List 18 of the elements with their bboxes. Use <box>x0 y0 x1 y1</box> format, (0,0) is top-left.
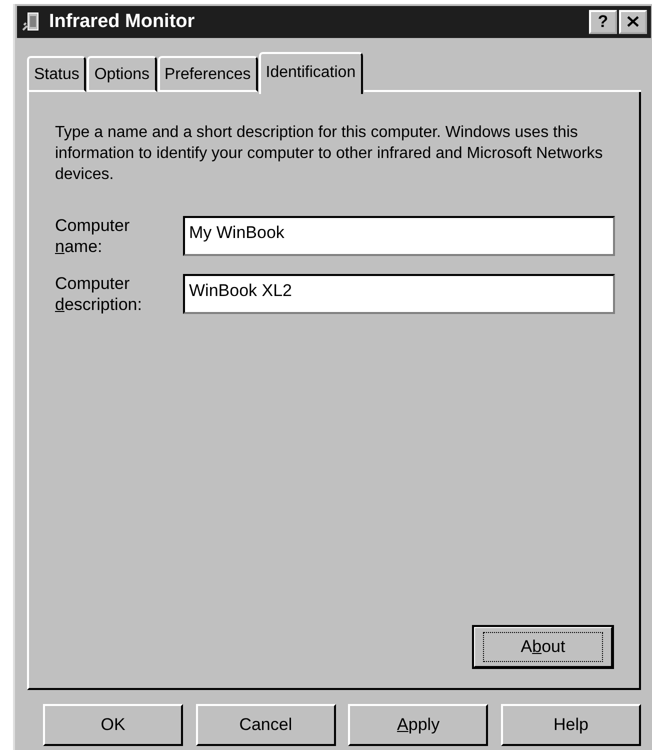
close-icon <box>627 16 639 27</box>
tab[interactable]: Options <box>87 56 156 92</box>
input-field[interactable]: WinBook XL2 <box>183 274 615 314</box>
about-button[interactable]: About <box>473 626 613 668</box>
description-text: Type a name and a short description for this computer. Windows uses this information to identify your computer to other infrared and Microsoft Networks devices. <box>55 123 604 185</box>
dialog-button[interactable]: Apply <box>348 704 488 746</box>
dialog-button[interactable]: OK <box>43 704 183 746</box>
help-button[interactable]: ? <box>589 10 617 34</box>
dialog-button[interactable]: Help <box>500 704 641 746</box>
close-button[interactable] <box>619 10 647 34</box>
field-label: Computer description: <box>55 273 143 315</box>
tab[interactable]: Status <box>27 56 86 92</box>
tab[interactable]: Preferences <box>158 56 258 92</box>
field-label: Computer name: <box>55 215 131 257</box>
input-field[interactable]: My WinBook <box>183 216 615 256</box>
tab[interactable]: Identification <box>258 52 363 94</box>
window-title: Infrared Monitor <box>49 11 196 33</box>
dialog-button[interactable]: Cancel <box>196 704 336 746</box>
